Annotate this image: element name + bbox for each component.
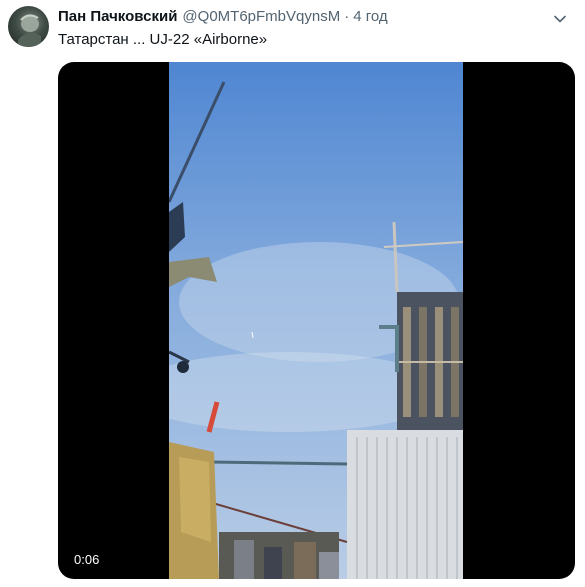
video-frame <box>169 62 463 579</box>
author-name[interactable]: Пан Пачковский <box>58 8 177 25</box>
video-player[interactable]: 0:06 <box>58 62 575 579</box>
tweet-text: Татарстан ... UJ-22 «Airborne» <box>58 31 268 48</box>
separator-dot: · <box>344 8 350 25</box>
author-handle[interactable]: @Q0MT6pFmbVqynsM <box>182 8 340 25</box>
more-options-button[interactable] <box>549 8 571 30</box>
tweet-card[interactable]: Пан Пачковский @Q0MT6pFmbVqynsM · 4 год … <box>0 0 585 587</box>
timestamp[interactable]: 4 год <box>353 8 387 25</box>
avatar[interactable] <box>8 6 49 47</box>
chevron-down-icon <box>554 15 566 23</box>
video-duration: 0:06 <box>68 550 106 569</box>
tweet-header: Пан Пачковский @Q0MT6pFmbVqynsM · 4 год <box>58 8 545 28</box>
